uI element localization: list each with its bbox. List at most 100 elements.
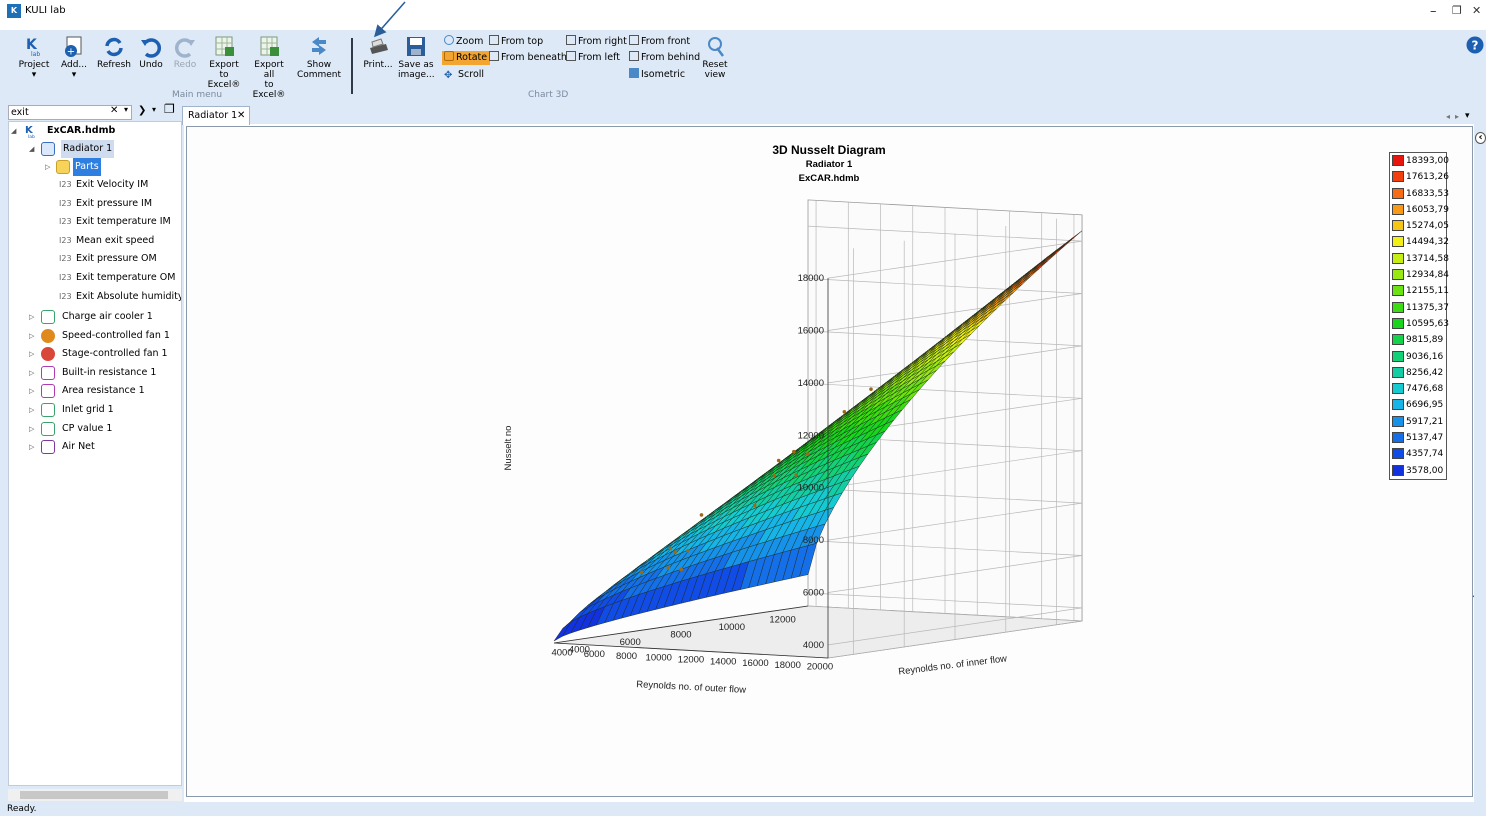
chart-canvas[interactable]: 18000 16000 14000 12000 10000 8000 6000 4000 200…	[186, 126, 1473, 797]
export-all-excel-button[interactable]: Export all to Excel®	[248, 36, 290, 100]
collapse-icon[interactable]: ▷	[29, 382, 34, 400]
legend-item: 14494,32	[1390, 234, 1449, 250]
legend-swatch	[1392, 252, 1404, 264]
data-point	[668, 546, 673, 551]
rotate-button[interactable]: Rotate	[442, 51, 491, 65]
isometric-button[interactable]: Isometric	[629, 68, 685, 82]
magnifier-icon	[444, 35, 454, 45]
refresh-button[interactable]: Refresh	[96, 36, 132, 70]
legend-item: 5137,47	[1390, 430, 1446, 446]
show-comment-button[interactable]: Show Comment	[296, 36, 342, 80]
legend-item: 13714,58	[1390, 251, 1449, 267]
restore-button[interactable]: ❐	[1452, 4, 1462, 17]
z-tick-label: 6000	[620, 637, 641, 648]
minimize-button[interactable]: –	[1430, 4, 1437, 19]
legend-swatch	[1392, 448, 1404, 460]
data-point	[869, 387, 873, 391]
scrollbar-thumb[interactable]	[20, 791, 168, 799]
from-right-button[interactable]: From right	[566, 35, 627, 49]
clear-search-icon[interactable]: ✕	[110, 105, 118, 116]
resistance-icon	[41, 365, 55, 380]
legend-item: 6696,95	[1390, 397, 1446, 413]
legend-item: 11375,37	[1390, 300, 1449, 316]
legend-item: 16053,79	[1390, 202, 1449, 218]
data-point	[776, 458, 781, 463]
float-window-icon[interactable]: ❐	[164, 102, 175, 116]
tree-horizontal-scrollbar[interactable]	[8, 789, 182, 801]
view-behind-icon	[629, 51, 639, 61]
collapse-icon[interactable]: ▷	[29, 438, 34, 456]
from-left-button[interactable]: From left	[566, 51, 620, 65]
print-button[interactable]: Print...	[362, 36, 394, 70]
title-bar: K KULI lab – ❐ ✕	[0, 0, 1486, 30]
find-next-dropdown[interactable]: ▾	[152, 105, 156, 114]
expand-icon[interactable]: ◢	[11, 122, 16, 140]
legend-swatch	[1392, 432, 1404, 444]
legend-item: 18393,00	[1390, 153, 1449, 169]
collapse-icon[interactable]: ▷	[29, 327, 34, 345]
legend-item: 8256,42	[1390, 365, 1446, 381]
add-icon: +	[65, 36, 82, 58]
chart-subtitle-file: ExCAR.hdmb	[799, 173, 860, 184]
data-point	[805, 452, 810, 456]
tab-radiator-1[interactable]: Radiator 1 ✕	[182, 106, 250, 125]
collapse-icon[interactable]: ▷	[29, 420, 34, 438]
find-next-button[interactable]: ❯	[138, 105, 146, 116]
add-button[interactable]: + Add... ▾	[58, 36, 90, 80]
save-as-image-button[interactable]: Save as image...	[398, 36, 435, 80]
collapse-icon[interactable]: ▷	[29, 364, 34, 382]
excel-icon	[260, 36, 279, 56]
scroll-button[interactable]: ✥ Scroll	[444, 68, 484, 82]
tab-scroll-right-icon[interactable]: ▸	[1455, 112, 1459, 121]
tab-scroll-left-icon[interactable]: ◂	[1446, 112, 1450, 121]
project-button[interactable]: Klab Project ▾	[16, 36, 52, 80]
view-beneath-icon	[489, 51, 499, 61]
x-tick-label: 16000	[742, 658, 768, 669]
project-icon: Klab	[26, 37, 40, 58]
svg-text:lab: lab	[31, 51, 40, 58]
reset-view-button[interactable]: Reset view	[701, 36, 729, 80]
z-tick-label: 4000	[569, 644, 590, 655]
data-point	[639, 570, 644, 575]
legend-swatch	[1392, 366, 1404, 378]
legend-item: 17613,26	[1390, 169, 1449, 185]
close-tab-icon[interactable]: ✕	[237, 107, 245, 124]
collapse-panel-icon[interactable]: ‹	[1475, 132, 1486, 144]
legend-swatch	[1392, 415, 1404, 427]
from-beneath-button[interactable]: From beneath	[489, 51, 567, 65]
y-tick-label: 16000	[798, 326, 824, 337]
redo-button[interactable]: Redo	[171, 36, 199, 70]
airnet-icon	[41, 440, 55, 455]
collapse-icon[interactable]: ▷	[45, 158, 50, 176]
fan-icon	[41, 328, 55, 343]
close-button[interactable]: ✕	[1472, 4, 1481, 17]
search-options-dropdown[interactable]: ▾	[124, 105, 128, 114]
expand-icon[interactable]: ◢	[29, 140, 34, 158]
undo-icon	[141, 38, 162, 58]
undo-button[interactable]: Undo	[137, 36, 165, 70]
from-top-button[interactable]: From top	[489, 35, 543, 49]
from-front-button[interactable]: From front	[629, 35, 690, 49]
collapse-icon[interactable]: ▷	[29, 345, 34, 363]
legend-item: 10595,63	[1390, 316, 1449, 332]
y-tick-label: 14000	[798, 378, 824, 389]
svg-text:+: +	[67, 47, 75, 58]
radiator-icon	[41, 142, 55, 156]
tree-item-radiator[interactable]: ◢ Radiator 1	[29, 140, 115, 158]
status-bar: Ready.	[0, 802, 1486, 816]
tab-menu-icon[interactable]: ▾	[1465, 111, 1470, 121]
legend-swatch	[1392, 236, 1404, 248]
legend-swatch	[1392, 220, 1404, 232]
legend-swatch	[1392, 350, 1404, 362]
data-point	[679, 567, 683, 572]
help-icon[interactable]: ?	[1466, 36, 1484, 54]
zoom-button[interactable]: Zoom	[444, 35, 483, 49]
nusselt-3d-chart[interactable]: 18000 16000 14000 12000 10000 8000 6000 4000 200…	[187, 127, 1472, 796]
data-point	[686, 548, 690, 553]
collapse-icon[interactable]: ▷	[29, 401, 34, 419]
y-tick-label: 4000	[803, 640, 824, 651]
export-excel-button[interactable]: Export to Excel®	[204, 36, 244, 90]
from-behind-button[interactable]: From behind	[629, 51, 700, 65]
rotate-icon	[444, 51, 454, 61]
collapse-icon[interactable]: ▷	[29, 308, 34, 326]
